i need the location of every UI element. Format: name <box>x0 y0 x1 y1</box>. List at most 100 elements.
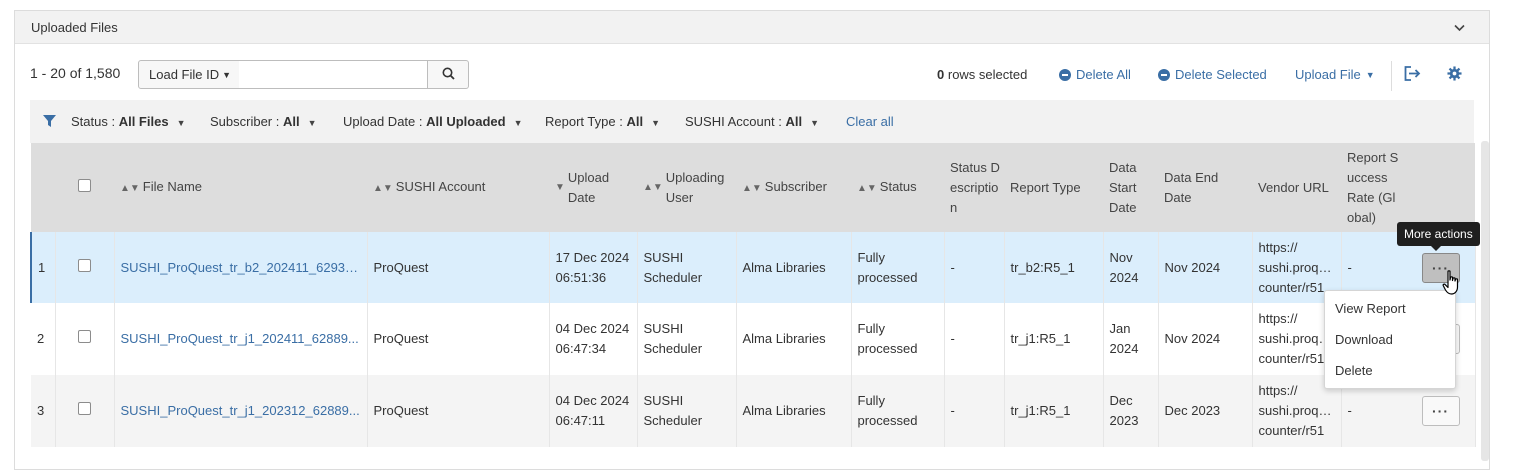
col-data-end-date: Data End Date <box>1158 143 1252 232</box>
row-checkbox[interactable] <box>78 402 91 415</box>
subscriber-cell: Alma Libraries <box>736 303 852 375</box>
sort-desc-icon: ▼ <box>555 181 565 193</box>
col-subscriber-label: Subscriber <box>764 178 827 194</box>
delete-all-button[interactable]: Delete All <box>1059 67 1131 82</box>
sushi-account-cell: ProQuest <box>367 303 550 375</box>
col-status-label: Status <box>879 178 917 194</box>
upload-file-label: Upload File <box>1295 67 1361 82</box>
load-file-id-label: Load File ID <box>149 67 220 82</box>
sort-icon: ▲▼ <box>373 182 393 194</box>
col-data-end-date-label: Data End Date <box>1164 169 1219 205</box>
col-file-name-label: File Name <box>142 178 203 194</box>
export-icon[interactable] <box>1404 66 1421 84</box>
col-data-start-date: Data Start Date <box>1103 143 1158 232</box>
results-range: 1 - 20 of 1,580 <box>30 65 121 81</box>
rows-selected: 0 rows selected <box>937 67 1027 82</box>
caret-down-icon: ▼ <box>513 118 523 128</box>
files-table: ▲▼ File Name ▲▼ SUSHI Account ▼ Upload Date… <box>30 143 1476 447</box>
menu-item-delete[interactable]: Delete <box>1325 355 1455 386</box>
col-file-name[interactable]: ▲▼ File Name <box>114 143 367 232</box>
delete-all-label: Delete All <box>1076 67 1131 82</box>
rows-selected-count: 0 <box>937 67 945 82</box>
status-cell: Fully processed <box>851 232 945 303</box>
filter-sushi-account[interactable]: SUSHI Account : All ▼ <box>685 114 819 129</box>
col-report-success-rate-label: Report Success Rate (Global) <box>1347 149 1399 225</box>
more-actions-tooltip: More actions <box>1397 222 1480 251</box>
table-row[interactable]: 1 SUSHI_ProQuest_tr_b2_202411_62930... P… <box>30 232 1476 303</box>
filter-status[interactable]: Status : All Files ▼ <box>71 114 185 129</box>
delete-selected-button[interactable]: Delete Selected <box>1158 67 1267 82</box>
col-status-description: Status Description <box>944 143 1004 232</box>
section-title: Uploaded Files <box>31 19 118 35</box>
col-status[interactable]: ▲▼ Status <box>851 143 944 232</box>
col-uploading-user[interactable]: ▲▼ Uploading User <box>637 143 736 232</box>
filter-upload-date[interactable]: Upload Date : All Uploaded ▼ <box>343 114 523 129</box>
file-name-link[interactable]: SUSHI_ProQuest_tr_j1_202411_62889... <box>121 329 361 349</box>
scrollbar[interactable] <box>1481 141 1489 461</box>
uploading-user-cell: SUSHI Scheduler <box>637 375 737 447</box>
data-start-date-cell: Dec 2023 <box>1103 375 1159 447</box>
filter-upload-date-value: All Uploaded <box>426 114 506 129</box>
row-checkbox[interactable] <box>78 330 91 343</box>
col-sushi-account-label: SUSHI Account <box>395 178 486 194</box>
sushi-account-cell: ProQuest <box>367 232 550 303</box>
filter-icon <box>43 115 56 130</box>
col-sushi-account[interactable]: ▲▼ SUSHI Account <box>367 143 549 232</box>
search-button[interactable] <box>427 60 469 89</box>
gear-icon[interactable] <box>1447 66 1462 84</box>
section-header[interactable]: Uploaded Files <box>15 11 1489 44</box>
load-file-id-dropdown[interactable]: Load File ID ▼ <box>138 60 240 89</box>
filter-subscriber-label: Subscriber : <box>210 114 280 129</box>
col-report-type-label: Report Type <box>1010 179 1081 195</box>
file-name-cell: SUSHI_ProQuest_tr_j1_202411_62889... <box>114 303 368 375</box>
col-data-start-date-label: Data Start Date <box>1109 159 1137 215</box>
uploading-user-cell: SUSHI Scheduler <box>637 303 737 375</box>
upload-file-button[interactable]: Upload File ▼ <box>1295 67 1375 82</box>
col-subscriber[interactable]: ▲▼ Subscriber <box>736 143 851 232</box>
col-report-type: Report Type <box>1004 143 1103 232</box>
report-type-cell: tr_j1:R5_1 <box>1004 375 1104 447</box>
filter-report-type-value: All <box>626 114 644 129</box>
file-name-link[interactable]: SUSHI_ProQuest_tr_j1_202312_62889... <box>121 401 361 421</box>
upload-date-cell: 17 Dec 2024 06:51:36 <box>549 232 638 303</box>
subscriber-cell: Alma Libraries <box>736 232 852 303</box>
filter-subscriber[interactable]: Subscriber : All ▼ <box>210 114 317 129</box>
table-row[interactable]: 2 SUSHI_ProQuest_tr_j1_202411_62889... P… <box>31 303 1476 375</box>
uploading-user-cell: SUSHI Scheduler <box>637 232 737 303</box>
row-checkbox[interactable] <box>78 258 91 272</box>
report-type-cell: tr_j1:R5_1 <box>1004 303 1104 375</box>
data-start-date-cell: Nov 2024 <box>1103 232 1159 303</box>
toolbar-divider <box>1391 61 1392 91</box>
search-input[interactable] <box>239 60 428 89</box>
chevron-down-icon[interactable] <box>1454 19 1465 35</box>
more-actions-button[interactable]: ··· <box>1421 396 1460 426</box>
row-checkbox-cell <box>55 232 115 303</box>
table-row[interactable]: 3 SUSHI_ProQuest_tr_j1_202312_62889... P… <box>31 375 1476 447</box>
col-status-description-label: Status Description <box>950 159 1000 215</box>
filter-report-type[interactable]: Report Type : All ▼ <box>545 114 660 129</box>
success-rate-value: - <box>1347 403 1352 418</box>
file-name-link[interactable]: SUSHI_ProQuest_tr_b2_202411_62930... <box>121 258 361 278</box>
vendor-url-text: https:// sushi.proqu... counter/r51 <box>1258 239 1335 295</box>
status-description-cell: - <box>944 375 1005 447</box>
toolbar: 1 - 20 of 1,580 Load File ID ▼ 0 rows se… <box>15 59 1489 93</box>
sort-icon: ▲▼ <box>857 182 877 194</box>
sushi-account-cell: ProQuest <box>367 375 550 447</box>
filter-status-label: Status : <box>71 114 116 129</box>
select-all-checkbox[interactable] <box>78 178 91 192</box>
caret-down-icon: ▼ <box>651 118 660 128</box>
filter-status-value: All Files <box>118 114 169 129</box>
minus-circle-icon <box>1158 68 1170 81</box>
sort-icon: ▲▼ <box>643 181 663 193</box>
filter-report-type-label: Report Type : <box>545 114 623 129</box>
menu-item-download[interactable]: Download <box>1325 324 1455 355</box>
success-rate-value: - <box>1347 259 1352 275</box>
menu-item-view-report[interactable]: View Report <box>1325 293 1455 324</box>
clear-all-link[interactable]: Clear all <box>846 114 894 129</box>
row-number: 1 <box>30 232 56 303</box>
report-type-cell: tr_b2:R5_1 <box>1004 232 1104 303</box>
col-upload-date[interactable]: ▼ Upload Date <box>549 143 637 232</box>
delete-selected-label: Delete Selected <box>1175 67 1267 82</box>
status-description-cell: - <box>944 303 1005 375</box>
row-checkbox-cell <box>55 303 115 375</box>
